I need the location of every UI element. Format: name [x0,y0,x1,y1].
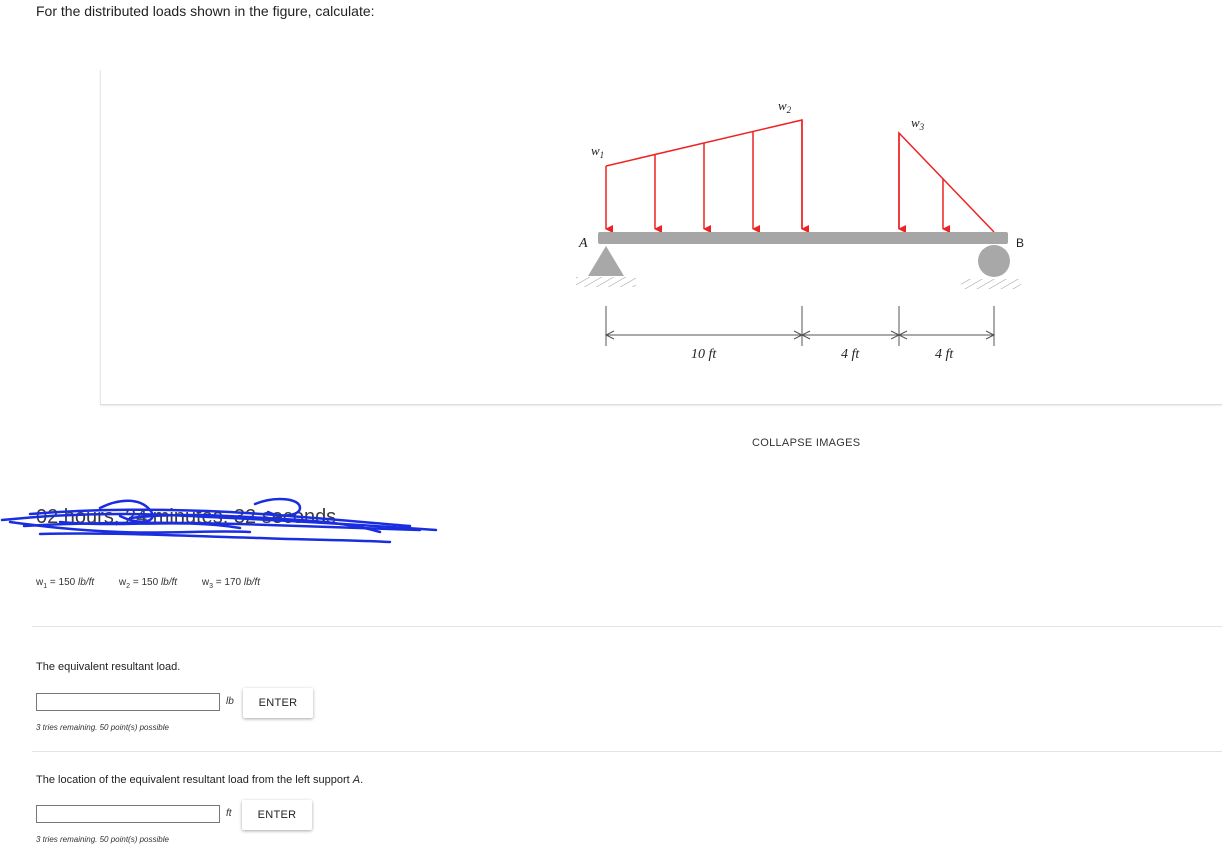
variable-w3: w3 = 170 lb/ft [201,577,260,590]
beam-figure: w1 w2 w3 A B 10 ft 4 ft 4 ft [576,98,1024,362]
divider [32,626,1222,627]
roller-support-b [961,245,1021,289]
dimension-lines [604,306,996,346]
tries-remaining-1: 3 tries remaining. 50 point(s) possible [36,723,169,732]
resultant-load-input[interactable] [36,693,220,711]
dimension-label-2: 4 ft [841,347,860,362]
unit-label-lb: lb [226,696,234,707]
tries-remaining-2: 3 tries remaining. 50 point(s) possible [36,835,169,844]
divider [32,751,1222,752]
distributed-load-triangle [898,131,995,233]
enter-button-2[interactable]: ENTER [242,800,312,830]
label-w1: w1 [591,143,604,160]
countdown-timer: 02 hours, 24 minutes, 32 seconds [0,492,440,546]
enter-button-1[interactable]: ENTER [243,688,313,718]
scribble-overlay [0,497,438,544]
collapse-images-button[interactable]: COLLAPSE IMAGES [752,437,860,449]
unit-label-ft: ft [226,808,232,819]
problem-prompt: For the distributed loads shown in the f… [36,3,375,19]
beam [598,232,1008,244]
label-support-b: B [1016,236,1024,250]
variable-w1: w1 = 150 lb/ft [36,577,95,590]
pin-support-a [576,246,636,287]
question-1-text: The equivalent resultant load. [36,661,181,673]
label-support-a: A [578,236,588,251]
question-2-text: The location of the equivalent resultant… [36,774,364,786]
dimension-label-1: 10 ft [691,347,717,362]
figure-panel: w1 w2 w3 A B 10 ft 4 ft 4 ft [100,70,1222,405]
variable-values: w1 = 150 lb/ft w2 = 150 lb/ft w3 = 170 l… [36,577,282,590]
variable-w2: w2 = 150 lb/ft [118,577,178,590]
distributed-load-trapezoid [605,119,809,233]
label-w2: w2 [778,98,792,115]
label-w3: w3 [911,115,925,132]
dimension-label-3: 4 ft [935,347,954,362]
resultant-location-input[interactable] [36,805,220,823]
